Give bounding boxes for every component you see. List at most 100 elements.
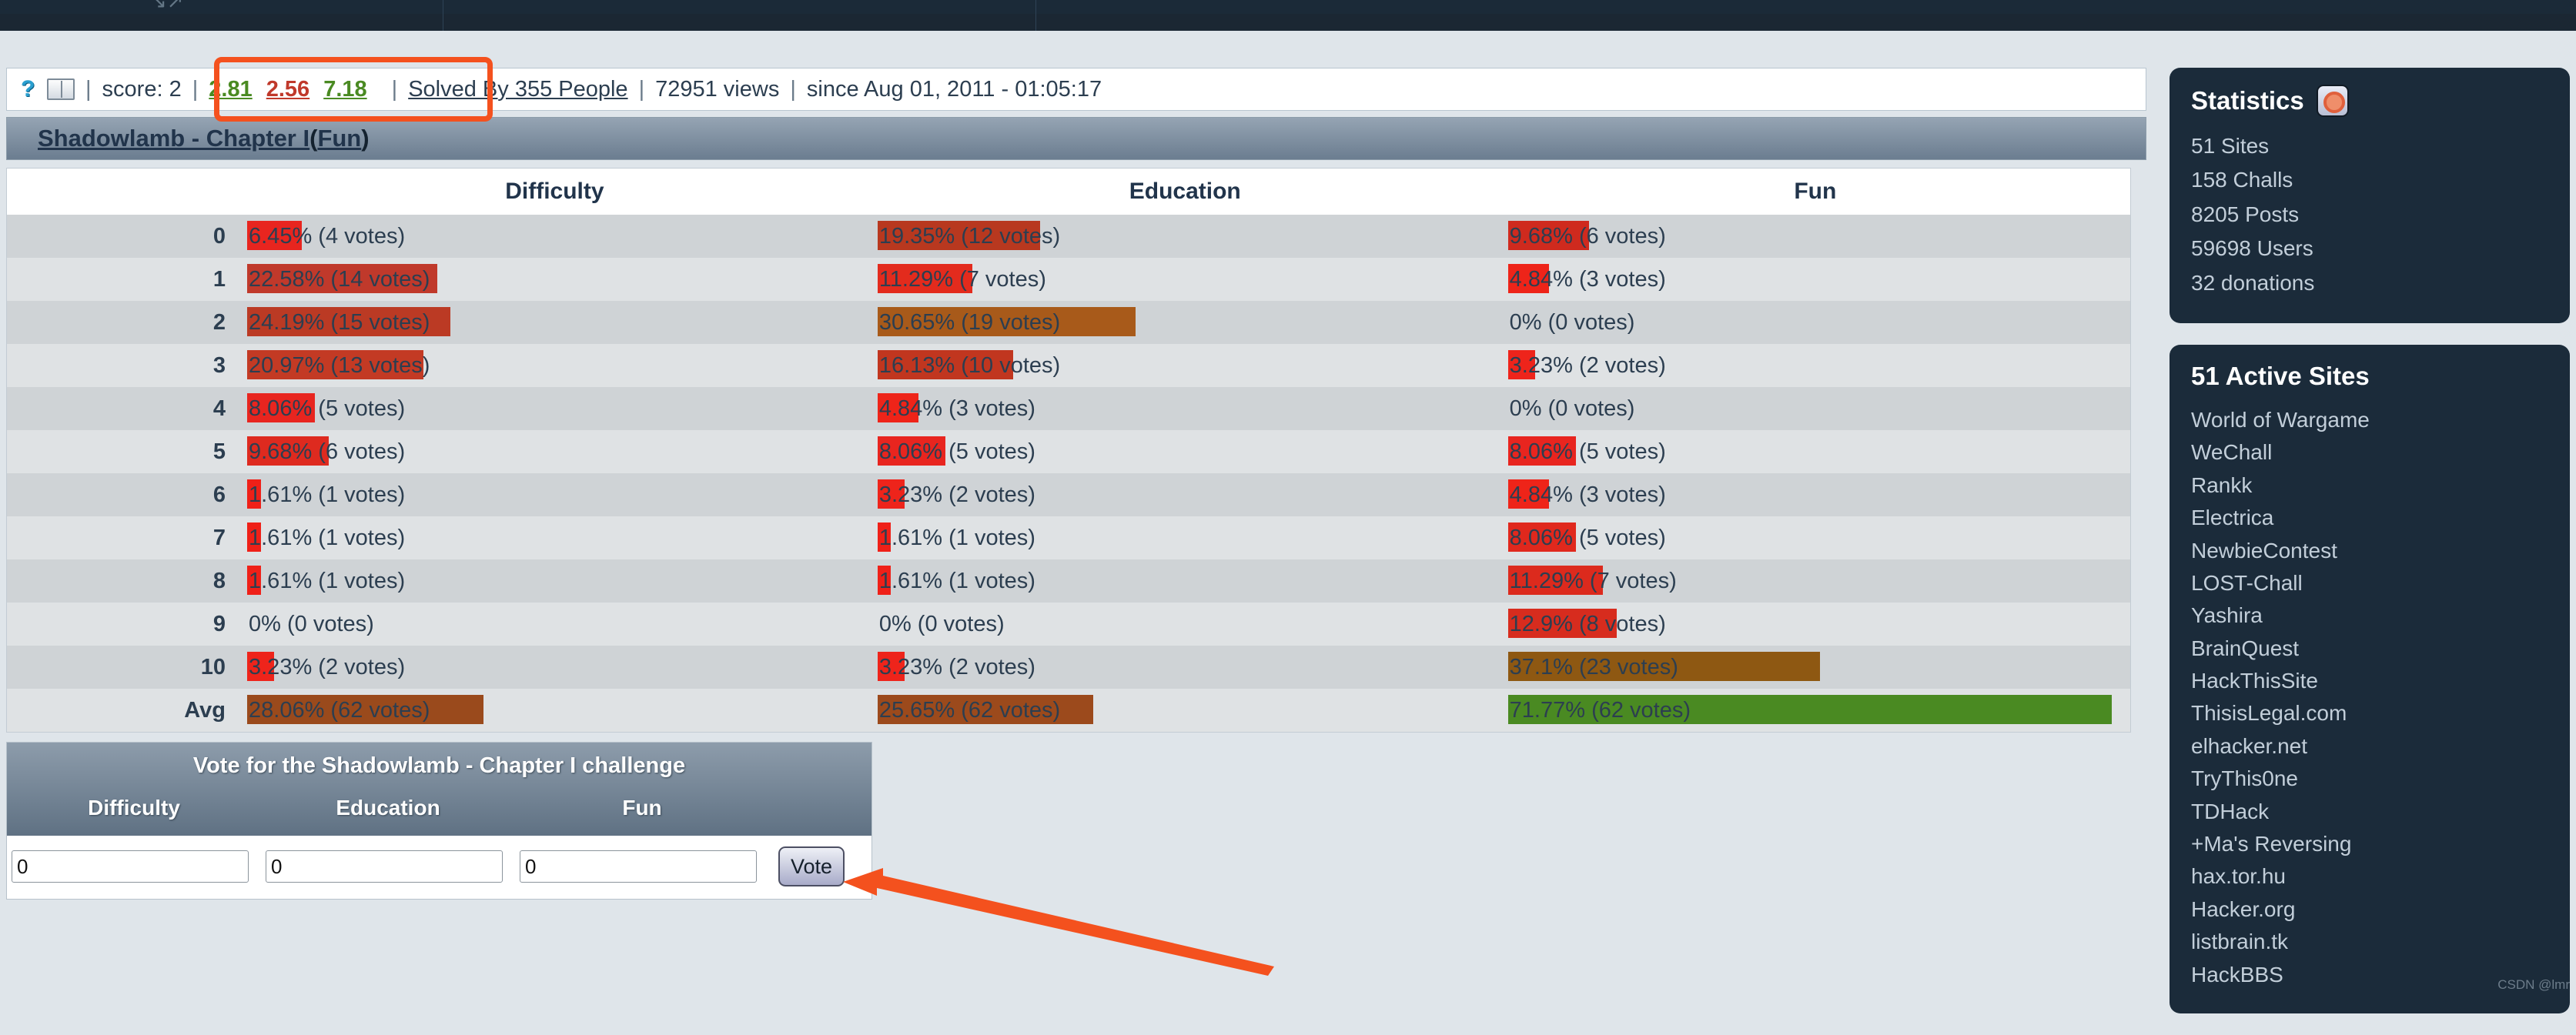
statistics-line: 158 Challs	[2191, 168, 2293, 192]
cell-value: 9.68% (6 votes)	[1509, 223, 1666, 249]
challenge-category-link[interactable]: Fun	[317, 125, 361, 152]
cell-education: 11.29% (7 votes)	[869, 258, 1500, 301]
cell-difficulty: 1.61% (1 votes)	[239, 559, 870, 603]
cell-education: 8.06% (5 votes)	[869, 430, 1500, 473]
active-sites-heading: 51 Active Sites	[2191, 361, 2370, 390]
cell-fun: 8.06% (5 votes)	[1500, 430, 2131, 473]
active-site-item[interactable]: listbrain.tk	[2191, 928, 2548, 956]
table-row: 5 9.68% (6 votes) 8.06% (5 votes) 8.06% (5 …	[6, 430, 2131, 473]
cell-fun: 3.23% (2 votes)	[1500, 344, 2131, 387]
cell-education: 19.35% (12 votes)	[869, 215, 1500, 258]
vote-distribution-table: Difficulty Education Fun 0 6.45% (4 votes…	[6, 168, 2131, 733]
rating-difficulty[interactable]: 2.81	[209, 77, 252, 102]
challenge-info-bar: ? | score: 2 | 2.81 2.56 7.18 | Solved B…	[6, 68, 2146, 111]
info-separator-2: |	[192, 76, 199, 102]
active-site-item[interactable]: TDHack	[2191, 798, 2548, 826]
cell-value: 0% (0 votes)	[249, 611, 374, 636]
active-site-item[interactable]: Hacker.org	[2191, 896, 2548, 923]
cell-fun: 11.29% (7 votes)	[1500, 559, 2131, 603]
active-site-item[interactable]: Yashira	[2191, 602, 2548, 629]
active-site-item[interactable]: elhacker.net	[2191, 733, 2548, 760]
cell-value: 4.84% (3 votes)	[878, 396, 1035, 421]
cell-education: 30.65% (19 votes)	[869, 301, 1500, 344]
row-label: 4	[6, 387, 239, 430]
active-site-item[interactable]: Rankk	[2191, 472, 2548, 499]
challenge-title-link[interactable]: Shadowlamb - Chapter I	[38, 125, 309, 152]
table-row: 4 8.06% (5 votes) 4.84% (3 votes) 0% (0 vot…	[6, 387, 2131, 430]
cell-value: 4.84% (3 votes)	[1509, 266, 1666, 292]
cell-value: 8.06% (5 votes)	[1509, 525, 1666, 550]
cell-value: 25.65% (62 votes)	[878, 697, 1061, 723]
cell-value: 9.68% (6 votes)	[249, 439, 406, 464]
row-label: 2	[6, 301, 239, 344]
col-header-difficulty: Difficulty	[239, 168, 870, 215]
site-logo-icon[interactable]: ↘↗	[150, 0, 243, 12]
cell-value: 0% (0 votes)	[1509, 396, 1635, 421]
rating-education[interactable]: 2.56	[266, 77, 309, 102]
table-row: 10 3.23% (2 votes) 3.23% (2 votes) 37.1% (2…	[6, 646, 2131, 689]
cell-value: 6.45% (4 votes)	[249, 223, 406, 249]
row-label: 0	[6, 215, 239, 258]
vote-input-fun[interactable]	[520, 850, 757, 883]
views-count: 72951 views	[655, 76, 780, 102]
statistics-line: 51 Sites	[2191, 134, 2270, 158]
cell-difficulty: 6.45% (4 votes)	[239, 215, 870, 258]
row-label: 9	[6, 603, 239, 646]
vote-label-difficulty: Difficulty	[88, 796, 180, 820]
cell-difficulty: 8.06% (5 votes)	[239, 387, 870, 430]
main-content: ? | score: 2 | 2.81 2.56 7.18 | Solved B…	[6, 68, 2146, 900]
solved-by-link[interactable]: Solved By 355 People	[408, 77, 627, 102]
cell-difficulty: 1.61% (1 votes)	[239, 516, 870, 559]
nav-divider-2	[1035, 0, 1036, 31]
page-root: ↘↗ ? | score: 2 | 2.81 2.56 7.18 | Solve…	[0, 0, 2576, 1013]
book-icon[interactable]	[47, 78, 75, 100]
vote-input-education[interactable]	[266, 850, 503, 883]
table-row: 9 0% (0 votes) 0% (0 votes) 12.9% (8 votes)	[6, 603, 2131, 646]
active-site-item[interactable]: +Ma's Reversing	[2191, 830, 2548, 858]
cell-value: 3.23% (2 votes)	[1509, 352, 1666, 378]
cell-difficulty: 28.06% (62 votes)	[239, 689, 870, 733]
cell-difficulty: 1.61% (1 votes)	[239, 473, 870, 516]
active-site-item[interactable]: HackBBS	[2191, 961, 2548, 989]
vote-table-body: 0 6.45% (4 votes) 19.35% (12 votes) 9.68% (…	[6, 215, 2131, 733]
active-site-item[interactable]: World of Wargame	[2191, 406, 2548, 434]
rating-fun[interactable]: 7.18	[323, 77, 366, 102]
cell-difficulty: 20.97% (13 votes)	[239, 344, 870, 387]
cell-difficulty: 3.23% (2 votes)	[239, 646, 870, 689]
active-site-item[interactable]: HackThisSite	[2191, 667, 2548, 695]
table-row: 3 20.97% (13 votes) 16.13% (10 votes) 3.23%…	[6, 344, 2131, 387]
score-label: score:	[102, 76, 163, 102]
cell-education: 25.65% (62 votes)	[869, 689, 1500, 733]
active-site-item[interactable]: NewbieContest	[2191, 537, 2548, 565]
table-header-row: Difficulty Education Fun	[6, 168, 2131, 215]
vote-input-difficulty[interactable]	[12, 850, 249, 883]
col-header-education: Education	[869, 168, 1500, 215]
active-site-item[interactable]: ThisisLegal.com	[2191, 699, 2548, 727]
active-site-item[interactable]: LOST-Chall	[2191, 569, 2548, 597]
cell-value: 8.06% (5 votes)	[878, 439, 1035, 464]
col-header-fun: Fun	[1500, 168, 2131, 215]
active-site-item[interactable]: TryThis0ne	[2191, 765, 2548, 793]
active-site-item[interactable]: BrainQuest	[2191, 635, 2548, 663]
row-label: 5	[6, 430, 239, 473]
statistics-heading-text: Statistics	[2191, 86, 2304, 115]
row-label: 10	[6, 646, 239, 689]
cell-education: 3.23% (2 votes)	[869, 646, 1500, 689]
question-mark-icon[interactable]: ?	[21, 78, 41, 101]
row-label: 7	[6, 516, 239, 559]
table-row: 2 24.19% (15 votes) 30.65% (19 votes) 0% (0…	[6, 301, 2131, 344]
active-site-item[interactable]: hax.tor.hu	[2191, 863, 2548, 890]
cell-value: 0% (0 votes)	[1509, 309, 1635, 335]
active-site-item[interactable]: WeChall	[2191, 439, 2548, 466]
statistics-line: 8205 Posts	[2191, 202, 2300, 226]
active-site-item[interactable]: Electrica	[2191, 504, 2548, 532]
vote-label-education: Education	[336, 796, 440, 820]
cell-value: 30.65% (19 votes)	[878, 309, 1061, 335]
cell-value: 24.19% (15 votes)	[249, 309, 430, 335]
cell-fun: 0% (0 votes)	[1500, 301, 2131, 344]
cell-value: 12.9% (8 votes)	[1509, 611, 1666, 636]
info-separator-4: |	[638, 76, 645, 102]
vote-submit-button[interactable]: Vote	[778, 846, 845, 886]
table-row: 0 6.45% (4 votes) 19.35% (12 votes) 9.68% (…	[6, 215, 2131, 258]
row-label: 6	[6, 473, 239, 516]
